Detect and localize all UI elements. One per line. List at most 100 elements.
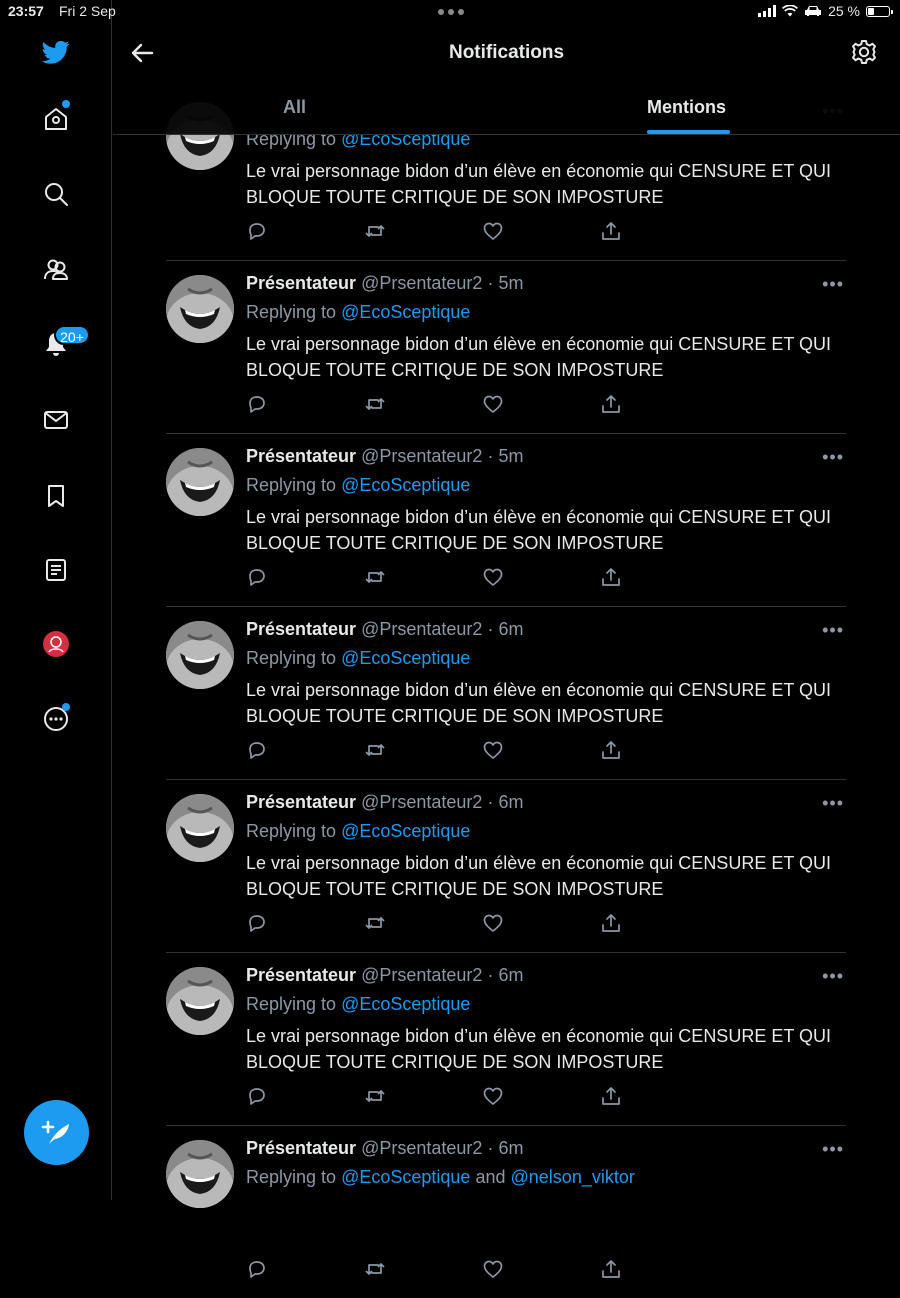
reply-icon[interactable] bbox=[246, 739, 268, 761]
avatar[interactable] bbox=[166, 275, 234, 343]
reply-icon[interactable] bbox=[246, 912, 268, 934]
reply-icon[interactable] bbox=[246, 393, 268, 415]
tweet-more-icon[interactable]: ••• bbox=[822, 274, 844, 295]
reply-mention-link[interactable]: @EcoSceptique bbox=[341, 994, 470, 1014]
avatar[interactable] bbox=[166, 967, 234, 1035]
retweet-icon[interactable] bbox=[364, 220, 386, 242]
tweet-more-icon[interactable]: ••• bbox=[822, 793, 844, 814]
battery-icon bbox=[866, 5, 893, 17]
reply-mention-link[interactable]: @EcoSceptique bbox=[341, 1167, 470, 1187]
reply-icon[interactable] bbox=[246, 220, 268, 242]
tweet-more-icon[interactable]: ••• bbox=[822, 966, 844, 987]
reply-mention-link-2[interactable]: @nelson_viktor bbox=[511, 1167, 635, 1187]
status-bar: 23:57 Fri 2 Sep 25 % bbox=[0, 0, 900, 24]
messages-envelope-icon[interactable] bbox=[38, 402, 74, 438]
tab-mentions[interactable]: Mentions bbox=[647, 97, 726, 118]
replying-to-label: Replying to bbox=[246, 302, 337, 322]
like-heart-icon[interactable] bbox=[482, 393, 504, 415]
author-handle[interactable]: @Prsentateur2 bbox=[361, 619, 482, 639]
tweet-text: Le vrai personnage bidon d’un élève en é… bbox=[246, 853, 831, 899]
lists-icon[interactable] bbox=[38, 552, 74, 588]
tweet-actions bbox=[246, 1258, 646, 1282]
like-heart-icon[interactable] bbox=[482, 220, 504, 242]
like-heart-icon[interactable] bbox=[482, 739, 504, 761]
reply-mention-link[interactable]: @EcoSceptique bbox=[341, 475, 470, 495]
multitasking-dots-icon[interactable] bbox=[438, 9, 464, 15]
author-name[interactable]: Présentateur bbox=[246, 792, 356, 812]
avatar[interactable] bbox=[166, 448, 234, 516]
share-icon[interactable] bbox=[600, 220, 622, 242]
tweet-item[interactable]: Présentateur @Prsentateur2 · 5m ••• Repl… bbox=[166, 433, 846, 607]
reply-icon[interactable] bbox=[246, 1258, 268, 1280]
profile-avatar-icon[interactable] bbox=[38, 626, 74, 662]
tweet-time[interactable]: 6m bbox=[498, 619, 523, 639]
reply-icon[interactable] bbox=[246, 566, 268, 588]
compose-tweet-button[interactable] bbox=[24, 1100, 89, 1165]
like-heart-icon[interactable] bbox=[482, 1258, 504, 1280]
tweet-text: Le vrai personnage bidon d’un élève en é… bbox=[246, 507, 831, 553]
share-icon[interactable] bbox=[600, 739, 622, 761]
retweet-icon[interactable] bbox=[364, 393, 386, 415]
tweet-item[interactable]: Présentateur @Prsentateur2 · 6m ••• Repl… bbox=[166, 606, 846, 780]
author-name[interactable]: Présentateur bbox=[246, 965, 356, 985]
reply-mention-link[interactable]: @EcoSceptique bbox=[341, 648, 470, 668]
twitter-logo-icon[interactable] bbox=[38, 34, 74, 70]
tweet-more-icon[interactable]: ••• bbox=[822, 1139, 844, 1160]
reply-icon[interactable] bbox=[246, 1085, 268, 1107]
more-unread-dot bbox=[62, 703, 70, 711]
retweet-icon[interactable] bbox=[364, 566, 386, 588]
like-heart-icon[interactable] bbox=[482, 566, 504, 588]
share-icon[interactable] bbox=[600, 566, 622, 588]
signal-icon bbox=[758, 5, 777, 17]
tweet-item[interactable]: Présentateur @Prsentateur2 · 6m ••• Repl… bbox=[166, 779, 846, 953]
share-icon[interactable] bbox=[600, 393, 622, 415]
search-icon[interactable] bbox=[38, 176, 74, 212]
like-heart-icon[interactable] bbox=[482, 912, 504, 934]
tweet-more-icon[interactable]: ••• bbox=[822, 447, 844, 468]
tweet-item[interactable]: Présentateur @Prsentateur2 · 6m ••• Repl… bbox=[166, 952, 846, 1126]
tweet-time[interactable]: 6m bbox=[498, 965, 523, 985]
author-name[interactable]: Présentateur bbox=[246, 619, 356, 639]
tweet-text: Le vrai personnage bidon d’un élève en é… bbox=[246, 680, 831, 726]
avatar-face-image bbox=[166, 448, 234, 516]
share-icon[interactable] bbox=[600, 1258, 622, 1280]
retweet-icon[interactable] bbox=[364, 1085, 386, 1107]
author-name[interactable]: Présentateur bbox=[246, 446, 356, 466]
tweet-item[interactable]: Présentateur @Prsentateur2 · 5m ••• Repl… bbox=[166, 260, 846, 434]
bookmarks-icon[interactable] bbox=[38, 478, 74, 514]
communities-icon[interactable] bbox=[38, 251, 74, 287]
tweet-more-icon[interactable]: ••• bbox=[822, 620, 844, 641]
tab-all[interactable]: All bbox=[283, 97, 306, 118]
share-icon[interactable] bbox=[600, 1085, 622, 1107]
retweet-icon[interactable] bbox=[364, 912, 386, 934]
author-name[interactable]: Présentateur bbox=[246, 273, 356, 293]
tweet-time[interactable]: 5m bbox=[498, 446, 523, 466]
tweet-time[interactable]: 6m bbox=[498, 792, 523, 812]
like-heart-icon[interactable] bbox=[482, 1085, 504, 1107]
avatar[interactable] bbox=[166, 621, 234, 689]
settings-gear-icon[interactable] bbox=[850, 38, 878, 66]
author-name[interactable]: Présentateur bbox=[246, 1138, 356, 1158]
tweet-actions bbox=[246, 912, 646, 936]
avatar[interactable] bbox=[166, 794, 234, 862]
author-handle[interactable]: @Prsentateur2 bbox=[361, 965, 482, 985]
car-icon bbox=[805, 6, 822, 16]
share-icon[interactable] bbox=[600, 912, 622, 934]
author-handle[interactable]: @Prsentateur2 bbox=[361, 273, 482, 293]
author-handle[interactable]: @Prsentateur2 bbox=[361, 792, 482, 812]
tweet-item[interactable]: Présentateur @Prsentateur2 · 6m ••• Repl… bbox=[166, 1125, 846, 1298]
avatar[interactable] bbox=[166, 1140, 234, 1208]
avatar-face-image bbox=[166, 794, 234, 862]
tweet-time[interactable]: 5m bbox=[498, 273, 523, 293]
retweet-icon[interactable] bbox=[364, 739, 386, 761]
tweet-actions bbox=[246, 739, 646, 763]
author-handle[interactable]: @Prsentateur2 bbox=[361, 446, 482, 466]
replying-to-label: Replying to bbox=[246, 648, 337, 668]
tweet-time[interactable]: 6m bbox=[498, 1138, 523, 1158]
reply-mention-link[interactable]: @EcoSceptique bbox=[341, 302, 470, 322]
reply-mention-link[interactable]: @EcoSceptique bbox=[341, 821, 470, 841]
tweet-actions bbox=[246, 393, 646, 417]
author-handle[interactable]: @Prsentateur2 bbox=[361, 1138, 482, 1158]
retweet-icon[interactable] bbox=[364, 1258, 386, 1280]
home-unread-dot bbox=[62, 100, 70, 108]
